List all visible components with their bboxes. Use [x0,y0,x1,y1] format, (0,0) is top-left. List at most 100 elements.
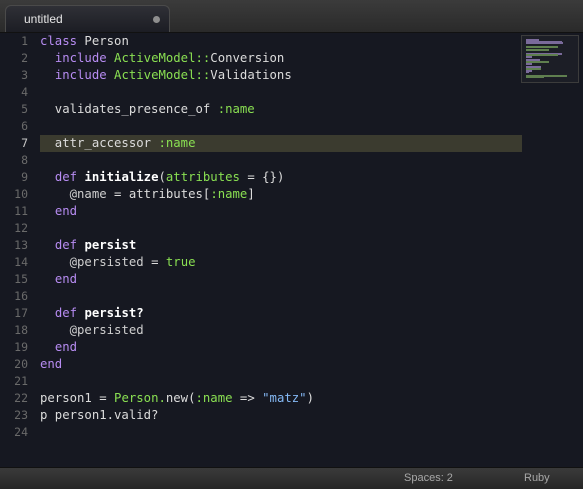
code-line[interactable] [40,373,522,390]
code-token: end [54,204,78,218]
code-token: ActiveModel [114,68,196,82]
tab-untitled[interactable]: untitled [5,5,170,32]
code-token: ] [247,187,255,201]
code-line[interactable]: def persist [40,237,522,254]
code-token: ActiveModel [114,51,196,65]
code-token: persist [84,238,137,252]
line-number: 7 [21,136,28,150]
code-line[interactable]: class Person [40,33,522,50]
code-line[interactable] [40,152,522,169]
code-token: :: [195,51,211,65]
code-token: = attributes[ [106,187,211,201]
line-number: 14 [14,255,28,269]
code-token: ( [188,391,196,405]
minimap[interactable] [521,35,579,83]
code-token: end [54,340,78,354]
code-token: "matz" [262,391,307,405]
line-number: 21 [14,374,28,388]
code-token: p person1.valid? [40,408,159,422]
line-number: 6 [21,119,28,133]
code-token: = {}) [239,170,285,184]
indentation-setting[interactable]: Spaces: 2 [404,472,453,484]
code-token: ) [306,391,314,405]
code-line[interactable] [40,84,522,101]
code-line[interactable]: def persist? [40,305,522,322]
minimap-line [526,56,532,58]
line-number: 10 [14,187,28,201]
code-token: = [143,255,166,269]
syntax-selector[interactable]: Ruby [524,472,550,484]
code-line-active[interactable]: attr_accessor :name [40,135,522,152]
code-line[interactable]: @name = attributes[:name] [40,186,522,203]
code-line[interactable]: end [40,356,522,373]
code-token: validates_presence_of [40,102,218,116]
code-line[interactable]: end [40,271,522,288]
line-number: 13 [14,238,28,252]
code-token: :: [195,68,211,82]
code-token: Person [77,34,129,48]
line-number: 11 [14,204,28,218]
line-number-gutter: 1 2 3 4 5 6 7 8 9 10 11 12 13 14 15 16 17 18 19 20 21 22 23 24 [0,33,40,467]
code-line[interactable] [40,288,522,305]
tab-bar: untitled [0,0,583,33]
minimap-line [526,49,550,52]
code-line[interactable]: validates_presence_of :name [40,101,522,118]
minimap-line [526,45,558,48]
code-token: @persisted [69,323,144,337]
line-number: 12 [14,221,28,235]
code-line[interactable]: end [40,339,522,356]
code-token: => [232,391,263,405]
line-number: 22 [14,391,28,405]
code-token: attributes [165,170,240,184]
code-line[interactable]: def initialize(attributes = {}) [40,169,522,186]
code-token: persist? [84,306,144,320]
code-line[interactable]: p person1.valid? [40,407,522,424]
editor[interactable]: 1 2 3 4 5 6 7 8 9 10 11 12 13 14 15 16 17 18 19 20 21 22 23 24 … [0,33,583,467]
code-token: :name [210,187,248,201]
code-token: end [54,272,78,286]
code-line[interactable]: @persisted [40,322,522,339]
code-line[interactable] [40,424,522,441]
code-line[interactable] [40,118,522,135]
code-line[interactable]: include ActiveModel::Validations [40,67,522,84]
code-token: ( [158,170,166,184]
code-line[interactable]: end [40,203,522,220]
code-token: person1 = [40,391,115,405]
minimap-line [526,76,544,79]
line-number: 19 [14,340,28,354]
code-line[interactable] [40,220,522,237]
code-line[interactable]: include ActiveModel::Conversion [40,50,522,67]
line-number: 16 [14,289,28,303]
line-number: 1 [21,34,28,48]
line-number: 9 [21,170,28,184]
code-token: true [165,255,196,269]
code-token: def [54,170,78,184]
tab-dirty-indicator-icon[interactable] [153,16,160,23]
code-token: . [158,391,166,405]
status-bar: Spaces: 2 Ruby [0,467,583,489]
code-token: Validations [210,68,292,82]
line-number: 20 [14,357,28,371]
code-token: include [54,68,107,82]
code-token: @persisted [69,255,144,269]
code-line[interactable]: @persisted = true [40,254,522,271]
minimap-line [526,42,564,45]
code-token: end [40,357,63,371]
code-token: include [54,51,107,65]
code-token: Conversion [210,51,285,65]
line-number: 15 [14,272,28,286]
code-token: class [40,34,78,48]
code-line[interactable]: person1 = Person.new(:name => "matz") [40,390,522,407]
code-token: :name [195,391,233,405]
code-area[interactable]: class Person include ActiveModel::Conver… [40,33,583,467]
code-token: @name [69,187,107,201]
